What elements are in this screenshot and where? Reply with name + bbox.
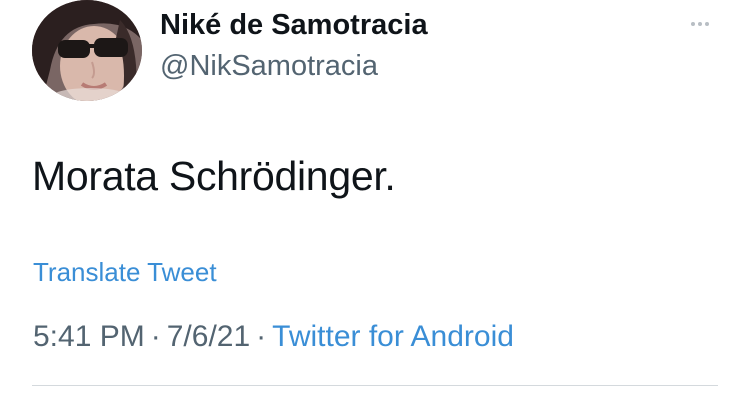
- tweet-text: Morata Schrödinger.: [32, 153, 396, 199]
- author-name[interactable]: Niké de Samotracia: [160, 9, 428, 42]
- translate-tweet-link[interactable]: Translate Tweet: [33, 257, 217, 288]
- meta-separator: ·: [256, 320, 267, 353]
- tweet-date[interactable]: 7/6/21: [167, 320, 250, 353]
- more-options-button[interactable]: [680, 12, 720, 36]
- more-horizontal-icon: [691, 22, 695, 26]
- avatar-image: [32, 0, 142, 101]
- divider: [32, 385, 718, 386]
- tweet-source-link[interactable]: Twitter for Android: [272, 320, 514, 353]
- meta-separator: ·: [150, 320, 161, 353]
- tweet: Niké de Samotracia @NikSamotracia Morata…: [0, 0, 750, 404]
- tweet-time[interactable]: 5:41 PM: [33, 320, 145, 353]
- more-horizontal-icon-dot: [705, 22, 709, 26]
- author-handle[interactable]: @NikSamotracia: [160, 50, 378, 83]
- avatar[interactable]: [32, 0, 142, 101]
- more-horizontal-icon-dot: [698, 22, 702, 26]
- tweet-metadata: 5:41 PM · 7/6/21 · Twitter for Android: [33, 320, 514, 354]
